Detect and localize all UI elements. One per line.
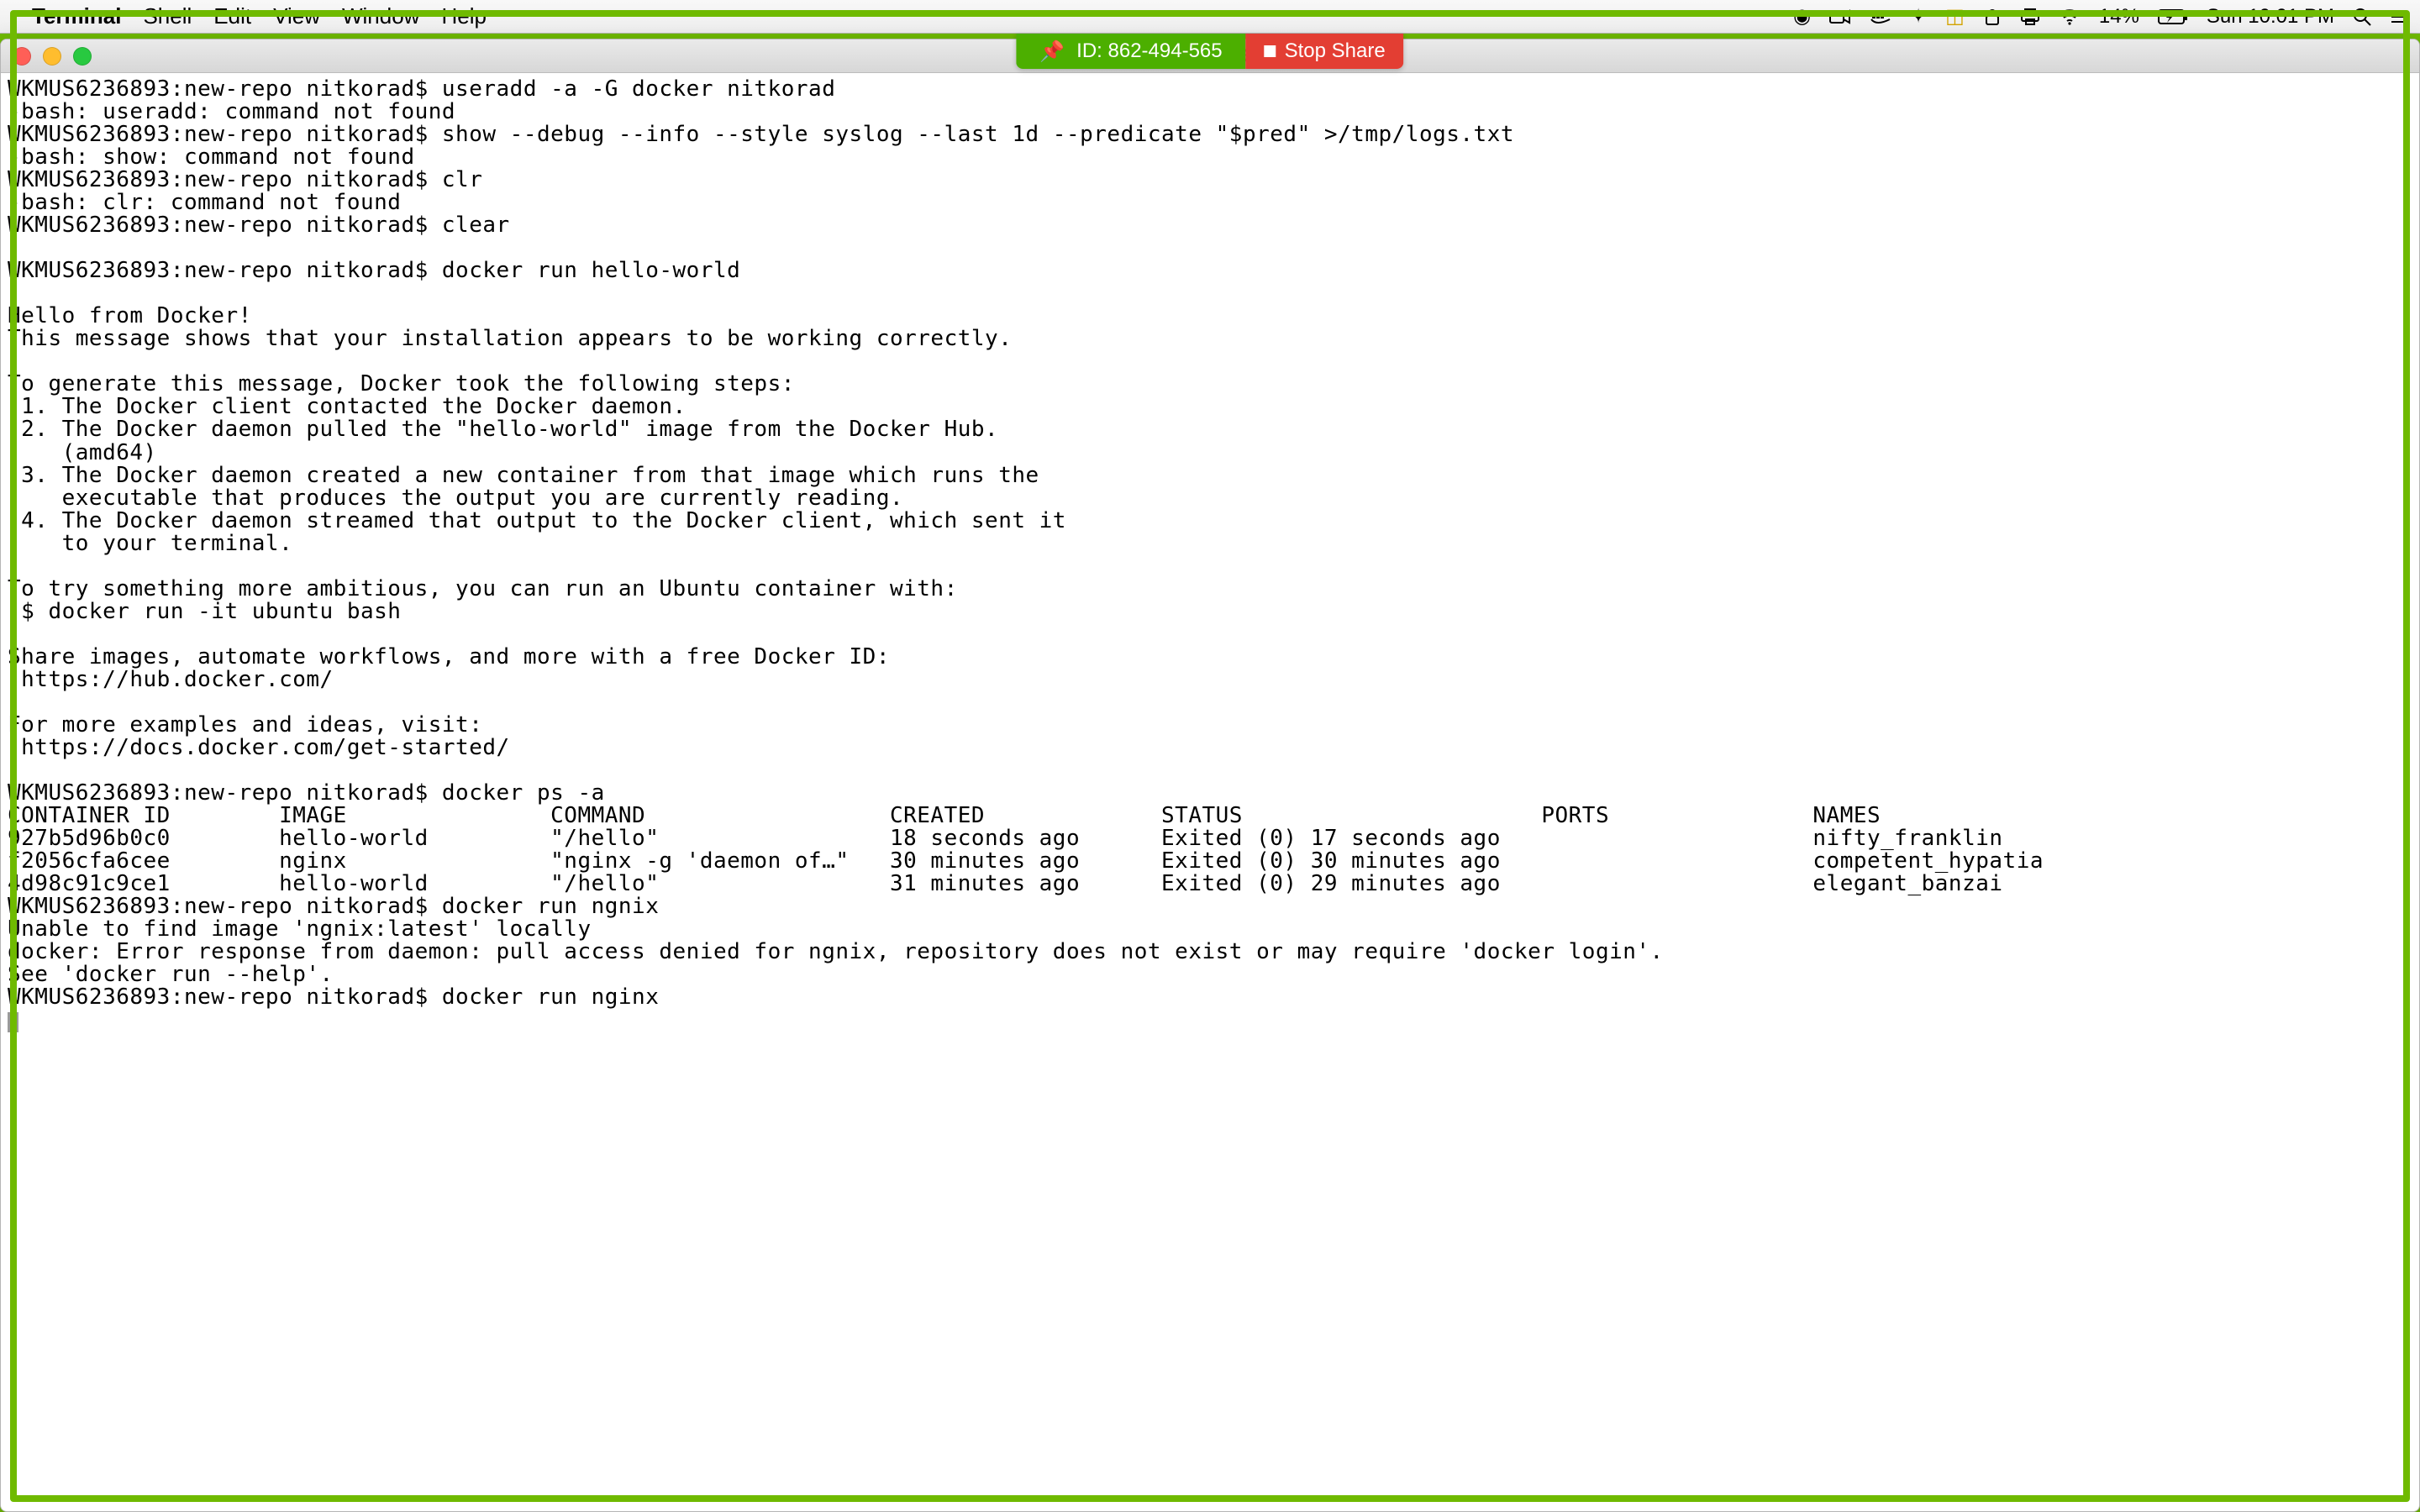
- macos-menubar: Terminal Shell Edit View Window Help ◉ ✦…: [0, 0, 2420, 34]
- window-maximize-button[interactable]: [73, 47, 92, 66]
- window-traffic-lights: [13, 47, 92, 66]
- menu-view[interactable]: View: [273, 3, 320, 29]
- window-close-button[interactable]: [13, 47, 31, 66]
- status-battery-icon[interactable]: [2158, 9, 2188, 24]
- screen-share-bar: 📌 ID: 862-494-565 Stop Share: [1016, 34, 1403, 69]
- status-tool-icon[interactable]: ✦: [1910, 4, 1927, 29]
- stop-icon: [1265, 45, 1276, 57]
- status-record-icon[interactable]: ◉: [1793, 4, 1811, 29]
- terminal-cursor: [8, 1012, 18, 1032]
- screen-share-id[interactable]: 📌 ID: 862-494-565: [1016, 34, 1245, 69]
- menu-shell[interactable]: Shell: [143, 3, 192, 29]
- stop-share-label: Stop Share: [1285, 39, 1386, 63]
- status-camera-icon[interactable]: [1829, 8, 1851, 25]
- menu-help[interactable]: Help: [441, 3, 486, 29]
- spotlight-icon[interactable]: [2353, 8, 2371, 26]
- status-printer-icon[interactable]: [2020, 8, 2040, 26]
- menu-window[interactable]: Window: [342, 3, 419, 29]
- share-id-label: ID: 862-494-565: [1076, 39, 1222, 63]
- terminal-output[interactable]: WKMUS6236893:new-repo nitkorad$ useradd …: [1, 73, 2419, 1511]
- stop-share-button[interactable]: Stop Share: [1246, 34, 1404, 69]
- status-docker-icon[interactable]: [1870, 8, 1891, 25]
- pin-icon: 📌: [1039, 39, 1065, 64]
- terminal-window: x — 204×60 WKMUS6236893:new-repo nitkora…: [0, 39, 2420, 1512]
- status-battery-pct: 14%: [2099, 5, 2139, 29]
- app-menu[interactable]: Terminal: [32, 3, 121, 29]
- status-clock[interactable]: Sun 10:01 PM: [2207, 5, 2334, 29]
- menu-edit[interactable]: Edit: [213, 3, 251, 29]
- status-shield-icon[interactable]: ◫: [1945, 4, 1965, 29]
- status-wifi-icon[interactable]: [2059, 8, 2081, 25]
- status-lock-icon[interactable]: [1983, 8, 2002, 26]
- window-minimize-button[interactable]: [43, 47, 61, 66]
- control-center-icon[interactable]: [2390, 8, 2410, 25]
